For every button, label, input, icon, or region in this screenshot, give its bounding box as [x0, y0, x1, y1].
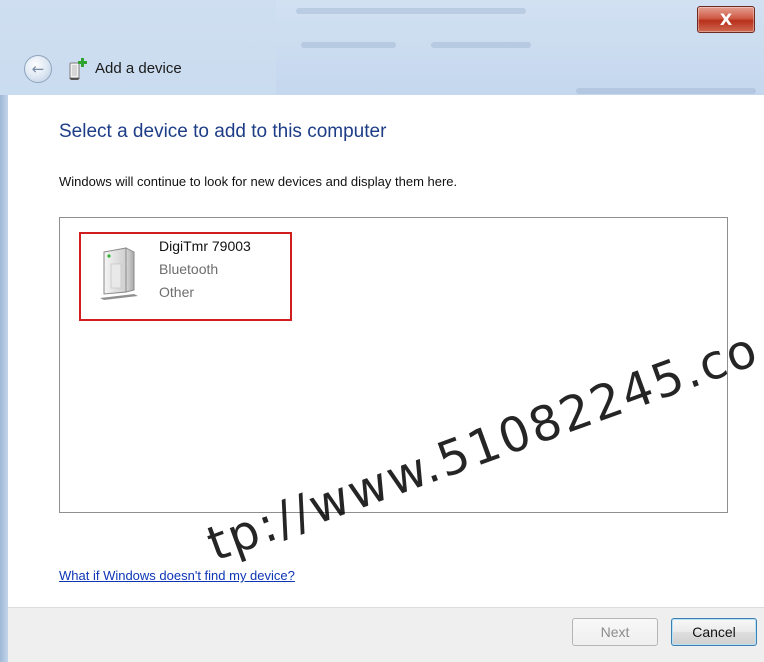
- window-title: Add a device: [95, 60, 182, 77]
- page-description: Windows will continue to look for new de…: [59, 174, 458, 189]
- back-arrow-icon: ←: [31, 60, 45, 78]
- back-button[interactable]: ←: [24, 55, 52, 83]
- button-bar: Next Cancel: [8, 607, 764, 662]
- next-button[interactable]: Next: [572, 618, 658, 646]
- page-heading: Select a device to add to this computer: [59, 121, 387, 142]
- device-list: DigiTmr 79003 Bluetooth Other: [59, 217, 728, 513]
- device-connection-type: Bluetooth: [159, 261, 219, 277]
- background-window-blur: [276, 0, 764, 95]
- close-icon: X: [719, 10, 733, 29]
- content-area: Select a device to add to this computer …: [8, 95, 764, 607]
- device-tower-icon: [100, 247, 138, 300]
- device-name: DigiTmr 79003: [159, 238, 251, 254]
- help-link[interactable]: What if Windows doesn't find my device?: [59, 568, 295, 583]
- device-category: Other: [159, 284, 195, 300]
- window-frame-edge: [0, 95, 8, 662]
- cancel-button[interactable]: Cancel: [671, 618, 757, 646]
- device-item[interactable]: DigiTmr 79003 Bluetooth Other: [79, 232, 292, 321]
- close-button[interactable]: X: [697, 6, 755, 33]
- add-device-window: X ← Add a device Select a device to add …: [0, 0, 764, 662]
- add-device-icon: [69, 58, 87, 80]
